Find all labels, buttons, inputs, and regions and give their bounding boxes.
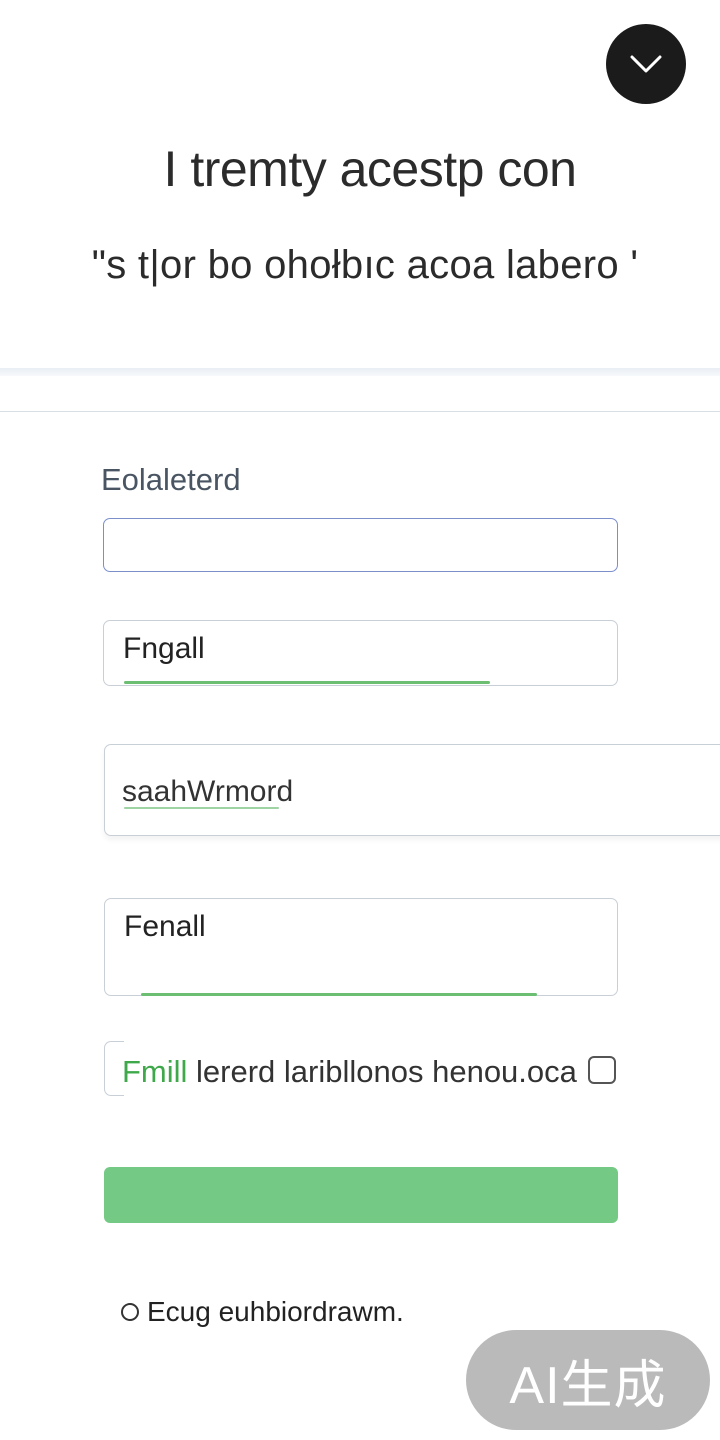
consent-accent-text: Fmill: [122, 1054, 188, 1089]
header-area: I tremty acestp con "s t|or bo ohołbıc a…: [0, 0, 720, 370]
consent-box: [104, 1041, 124, 1096]
radio-icon[interactable]: [121, 1303, 139, 1321]
input-3-value: saahWrmord: [122, 775, 294, 808]
bottom-option-label: Ecug euhbiordrawm.: [147, 1296, 404, 1327]
section-divider: [0, 411, 720, 412]
submit-button[interactable]: [104, 1167, 618, 1223]
field-label: Eolaleterd: [101, 462, 241, 497]
text-input-1[interactable]: [103, 518, 618, 572]
page-title: I tremty acestp con: [163, 141, 577, 197]
consent-label: lererd laribllonos henou.oca: [187, 1054, 577, 1089]
collapse-button[interactable]: [606, 24, 686, 104]
consent-text: Fmill lererd laribllonos henou.oca: [122, 1054, 577, 1090]
input-2-value: Fngall: [123, 632, 205, 665]
ai-generated-badge: AI生成: [466, 1330, 710, 1430]
chevron-down-icon: [630, 55, 662, 73]
page-subtitle: "s t|or bo ohołbıc acoa labero ': [91, 243, 639, 287]
input-2-underline: [124, 681, 490, 684]
input-4-underline: [141, 993, 537, 996]
header-divider: [0, 368, 720, 376]
bottom-option[interactable]: Ecug euhbiordrawm.: [121, 1296, 404, 1328]
input-4-value: Fenall: [124, 910, 206, 943]
input-3-underline: [124, 807, 279, 809]
consent-checkbox[interactable]: [588, 1056, 616, 1084]
